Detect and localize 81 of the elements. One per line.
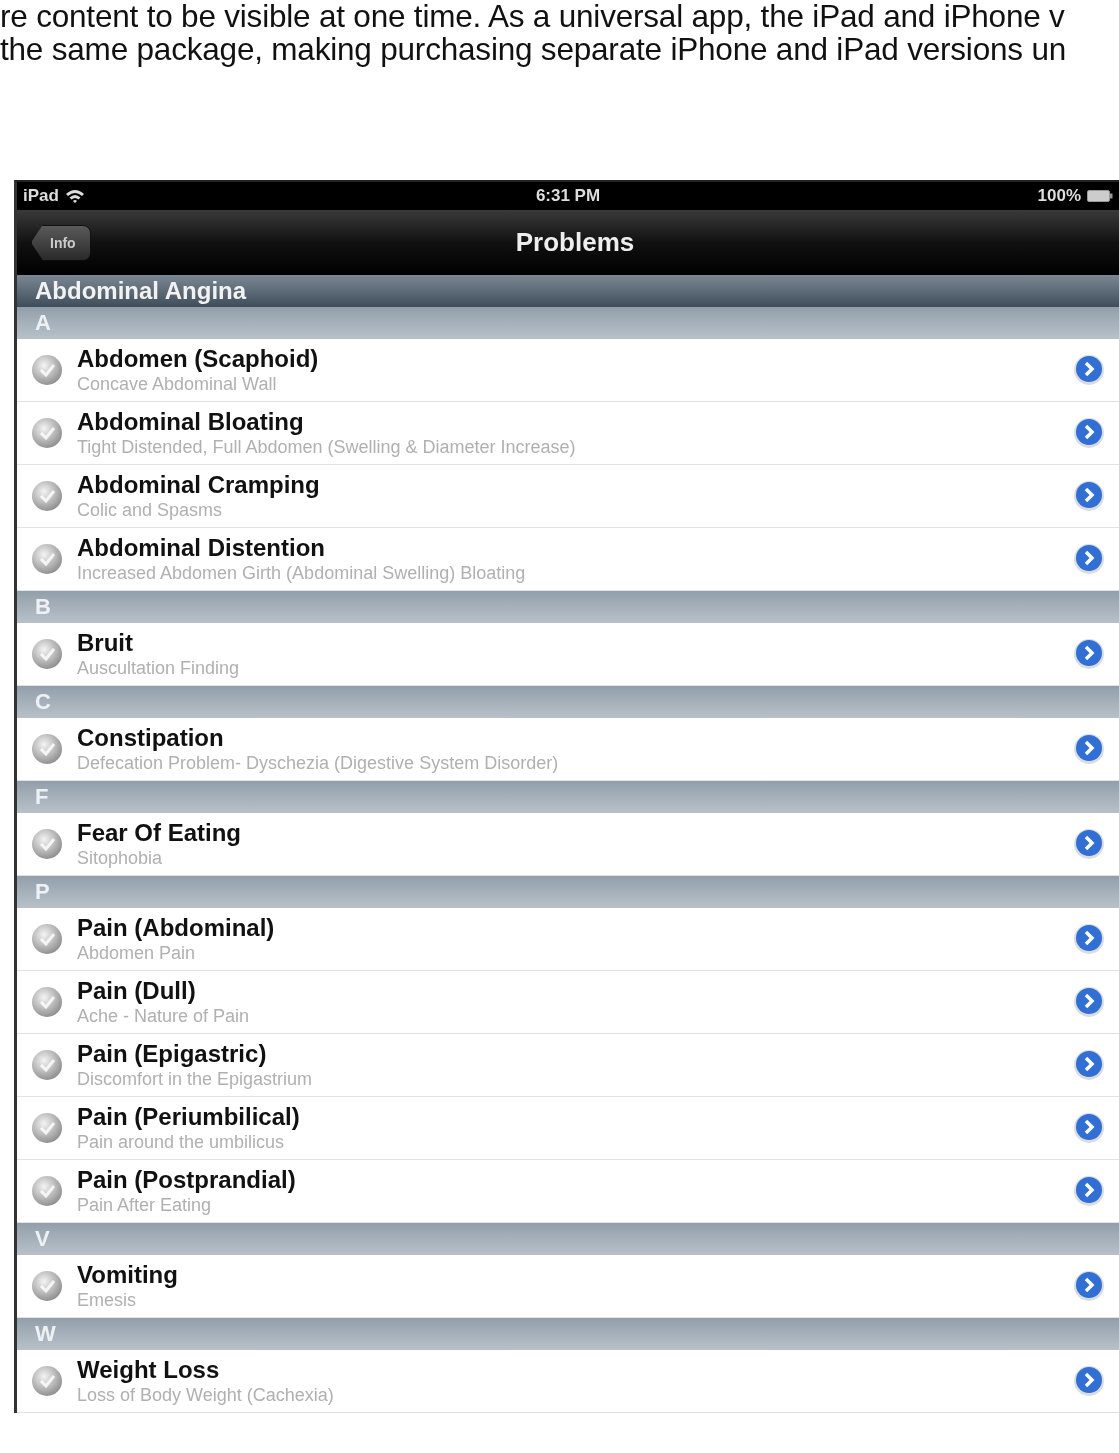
detail-disclosure-icon[interactable] xyxy=(1073,1365,1105,1397)
sphere-icon xyxy=(31,1049,63,1081)
detail-disclosure-icon[interactable] xyxy=(1073,1049,1105,1081)
article-text: re content to be visible at one time. As a universal app, the iPad and iPhone v xyxy=(0,0,1066,33)
section-header: B xyxy=(17,591,1119,623)
sphere-icon xyxy=(31,638,63,670)
article-text: the same package, making purchasing separate iPhone and iPad versions un xyxy=(0,33,1068,66)
section-header: V xyxy=(17,1223,1119,1255)
detail-disclosure-icon[interactable] xyxy=(1073,733,1105,765)
detail-disclosure-icon[interactable] xyxy=(1073,354,1105,386)
row-subtitle: Discomfort in the Epigastrium xyxy=(77,1068,313,1090)
section-header: F xyxy=(17,781,1119,813)
carrier-label: iPad xyxy=(23,186,59,206)
detail-disclosure-icon[interactable] xyxy=(1073,828,1105,860)
row-subtitle: Pain After Eating xyxy=(77,1194,212,1216)
battery-percent: 100% xyxy=(1037,186,1081,206)
status-time: 6:31 PM xyxy=(535,186,601,206)
row-subtitle: Tight Distended, Full Abdomen (Swelling & Diameter Increase) xyxy=(77,436,576,458)
sphere-icon xyxy=(31,1365,63,1397)
sphere-icon xyxy=(31,1270,63,1302)
row-subtitle: Emesis xyxy=(77,1289,136,1311)
sphere-icon xyxy=(31,828,63,860)
section-header: A xyxy=(17,307,1119,339)
row-title: Pain (Periumbilical) xyxy=(77,1103,300,1131)
section-header: C xyxy=(17,686,1119,718)
row-title: Abdominal Distention xyxy=(77,534,325,562)
detail-disclosure-icon[interactable] xyxy=(1073,638,1105,670)
back-button[interactable]: Info xyxy=(31,224,91,261)
row-title: Abdominal Bloating xyxy=(77,408,304,436)
row-title: Fear Of Eating xyxy=(77,819,242,847)
row-title: Abdomen (Scaphoid) xyxy=(77,345,319,373)
row-title: Pain (Dull) xyxy=(77,977,196,1005)
list-row[interactable]: Pain (Periumbilical) Pain around the umbilicus xyxy=(17,1097,1119,1160)
list-row[interactable]: Abdomen (Scaphoid) Concave Abdominal Wall xyxy=(17,339,1119,402)
sphere-icon xyxy=(31,733,63,765)
row-subtitle: Increased Abdomen Girth (Abdominal Swelling) Bloating xyxy=(77,562,526,584)
row-subtitle: Ache - Nature of Pain xyxy=(77,1005,250,1027)
row-title: Pain (Postprandial) xyxy=(77,1166,296,1194)
row-subtitle: Sitophobia xyxy=(77,847,163,869)
battery-icon xyxy=(1087,190,1113,202)
sphere-icon xyxy=(31,543,63,575)
row-title: Constipation xyxy=(77,724,224,752)
section-header: P xyxy=(17,876,1119,908)
row-subtitle: Auscultation Finding xyxy=(77,657,240,679)
row-title: Vomiting xyxy=(77,1261,178,1289)
sphere-icon xyxy=(31,354,63,386)
detail-disclosure-icon[interactable] xyxy=(1073,543,1105,575)
row-subtitle: Abdomen Pain xyxy=(77,942,196,964)
sphere-icon xyxy=(31,417,63,449)
detail-disclosure-icon[interactable] xyxy=(1073,480,1105,512)
sphere-icon xyxy=(31,1112,63,1144)
row-subtitle: Pain around the umbilicus xyxy=(77,1131,285,1153)
sphere-icon xyxy=(31,1175,63,1207)
sphere-icon xyxy=(31,923,63,955)
row-subtitle: Concave Abdominal Wall xyxy=(77,373,277,395)
sphere-icon xyxy=(31,986,63,1018)
row-title: Pain (Abdominal) xyxy=(77,914,275,942)
detail-disclosure-icon[interactable] xyxy=(1073,1112,1105,1144)
list-row[interactable]: Pain (Abdominal) Abdomen Pain xyxy=(17,908,1119,971)
row-title: Bruit xyxy=(77,629,133,657)
detail-disclosure-icon[interactable] xyxy=(1073,986,1105,1018)
list-row[interactable]: Pain (Dull) Ache - Nature of Pain xyxy=(17,971,1119,1034)
row-subtitle: Loss of Body Weight (Cachexia) xyxy=(77,1384,334,1406)
detail-disclosure-icon[interactable] xyxy=(1073,1270,1105,1302)
section-header: W xyxy=(17,1318,1119,1350)
row-title: Weight Loss xyxy=(77,1356,220,1384)
detail-disclosure-icon[interactable] xyxy=(1073,1175,1105,1207)
nav-title: Problems xyxy=(515,227,635,258)
list-row[interactable]: Abdominal Bloating Tight Distended, Full Abdomen (Swelling & Diameter Increase) xyxy=(17,402,1119,465)
list-row[interactable]: Abdominal Cramping Colic and Spasms xyxy=(17,465,1119,528)
row-title: Abdominal Cramping xyxy=(77,471,320,499)
detail-disclosure-icon[interactable] xyxy=(1073,923,1105,955)
row-subtitle: Defecation Problem- Dyschezia (Digestive System Disorder) xyxy=(77,752,559,774)
sphere-icon xyxy=(31,480,63,512)
list-row[interactable]: Pain (Epigastric) Discomfort in the Epigastrium xyxy=(17,1034,1119,1097)
row-subtitle: Colic and Spasms xyxy=(77,499,223,521)
detail-disclosure-icon[interactable] xyxy=(1073,417,1105,449)
wifi-icon xyxy=(64,189,85,203)
list-header: Abdominal Angina xyxy=(17,275,1119,307)
list-row[interactable]: Weight Loss Loss of Body Weight (Cachexia) xyxy=(17,1350,1119,1413)
row-title: Pain (Epigastric) xyxy=(77,1040,267,1068)
